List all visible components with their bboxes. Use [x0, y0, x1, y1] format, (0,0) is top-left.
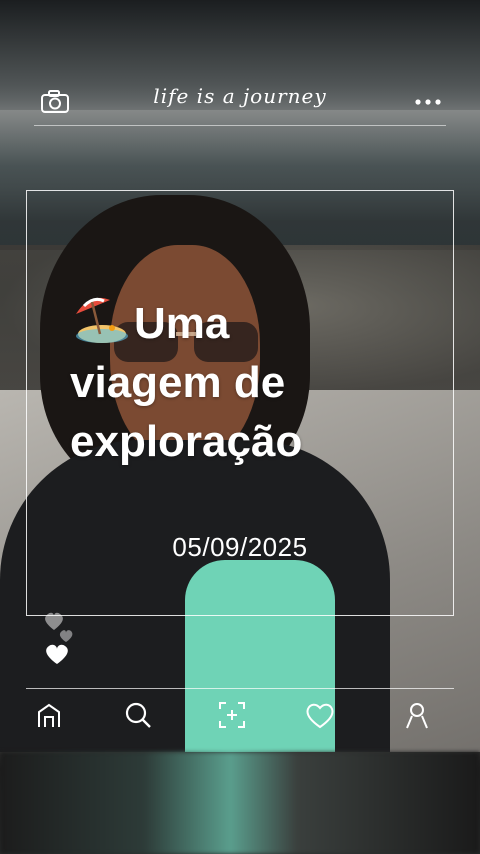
title-text-line-1: Uma: [134, 299, 230, 348]
card-title: Uma viagem de exploração: [70, 292, 430, 471]
search-icon: [125, 702, 151, 728]
more-dots-icon[interactable]: [412, 92, 444, 112]
header-divider: [34, 125, 446, 126]
card-date: 05/09/2025: [172, 532, 308, 562]
nav-home-button[interactable]: [32, 698, 66, 732]
camera-icon[interactable]: [38, 88, 72, 116]
floating-hearts: [45, 612, 73, 664]
blurred-background-bottom: [0, 752, 480, 854]
home-icon: [38, 703, 60, 727]
profile-icon: [406, 703, 428, 729]
title-line-2: viagem de: [70, 358, 286, 407]
title-line-1: Uma: [70, 292, 430, 353]
photo-frame: life is a journey Uma viagem de exploraç…: [0, 0, 480, 854]
add-photo-icon: [219, 702, 245, 728]
title-line-3: exploração: [70, 417, 303, 466]
nav-profile-button[interactable]: [400, 698, 434, 732]
umbrella-on-beach-icon: [76, 297, 128, 343]
nav-search-button[interactable]: [121, 698, 155, 732]
nav-divider: [26, 688, 454, 689]
nav-add-photo-button[interactable]: [215, 698, 249, 732]
heart-icon: [306, 703, 334, 729]
brand-title: life is a journey: [153, 84, 327, 108]
nav-likes-button[interactable]: [303, 698, 337, 732]
